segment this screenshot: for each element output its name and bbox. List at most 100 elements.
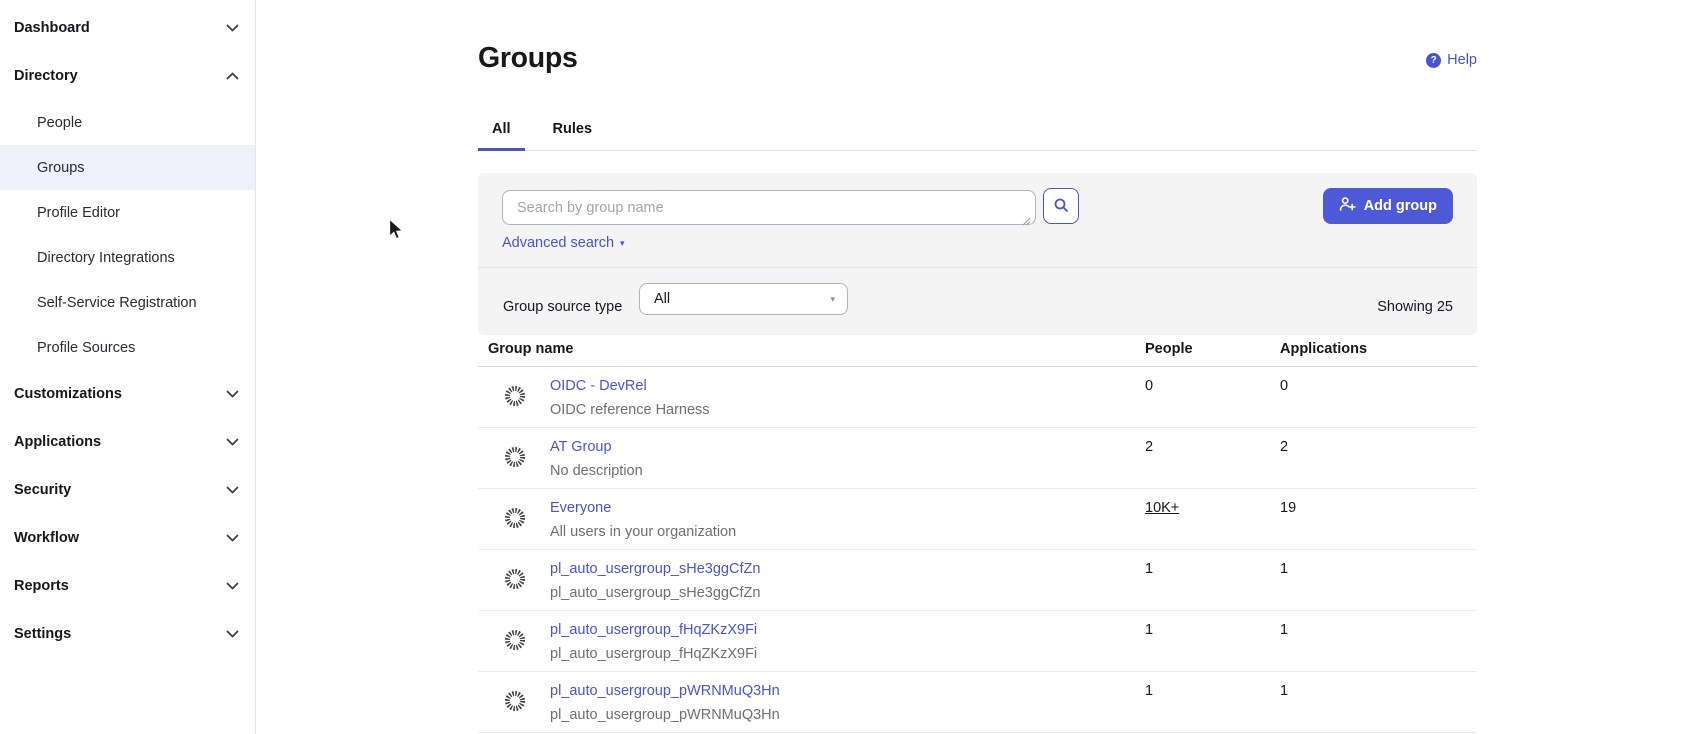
sidebar-item-label: Directory Integrations	[37, 250, 175, 266]
search-icon	[1053, 197, 1069, 216]
group-description: pl_auto_usergroup_sHe3ggCfZn	[550, 585, 760, 601]
applications-count: 1	[1280, 561, 1288, 577]
table-row: pl_auto_usergroup_fHqZKzX9Fi pl_auto_use…	[478, 611, 1477, 672]
chevron-down-icon	[226, 390, 239, 398]
sidebar-item-label: Settings	[14, 626, 71, 642]
main-content: Groups ? Help All Rules Ad	[256, 0, 1687, 734]
applications-count: 1	[1280, 683, 1288, 699]
group-name-link[interactable]: pl_auto_usergroup_fHqZKzX9Fi	[550, 622, 757, 638]
sidebar-item-groups[interactable]: Groups	[0, 145, 255, 190]
chevron-down-icon	[226, 534, 239, 542]
sidebar-item-label: People	[37, 115, 82, 131]
chevron-down-icon	[226, 582, 239, 590]
group-name-link[interactable]: AT Group	[550, 439, 612, 455]
sidebar-item-directory-integrations[interactable]: Directory Integrations	[0, 235, 255, 280]
sidebar-item-directory[interactable]: Directory	[0, 52, 255, 100]
groups-table: OIDC - DevRel OIDC reference Harness 0 0…	[478, 367, 1477, 733]
tab-all[interactable]: All	[478, 112, 525, 151]
sidebar-item-self-service-registration[interactable]: Self-Service Registration	[0, 280, 255, 325]
select-value: All	[654, 291, 670, 307]
group-name-link[interactable]: pl_auto_usergroup_pWRNMuQ3Hn	[550, 683, 780, 699]
sidebar-item-label: Applications	[14, 434, 101, 450]
sidebar-item-security[interactable]: Security	[0, 466, 255, 514]
group-icon	[504, 446, 526, 473]
applications-count: 0	[1280, 378, 1288, 394]
sidebar-item-label: Workflow	[14, 530, 79, 546]
sidebar-item-profile-sources[interactable]: Profile Sources	[0, 325, 255, 370]
sidebar-item-label: Customizations	[14, 386, 122, 402]
table-row: Everyone All users in your organization …	[478, 489, 1477, 550]
showing-count: Showing 25	[1377, 291, 1453, 323]
sidebar-item-label: Reports	[14, 578, 69, 594]
add-group-icon	[1339, 196, 1356, 216]
advanced-search-label: Advanced search	[502, 235, 614, 251]
people-count-link[interactable]: 10K+	[1145, 500, 1179, 516]
group-description: All users in your organization	[550, 524, 736, 540]
people-count: 0	[1145, 378, 1153, 394]
table-row: pl_auto_usergroup_sHe3ggCfZn pl_auto_use…	[478, 550, 1477, 611]
add-group-button[interactable]: Add group	[1323, 188, 1453, 224]
people-count: 1	[1145, 683, 1153, 699]
sidebar: Dashboard Directory People Groups Profil…	[0, 0, 256, 734]
sidebar-item-label: Profile Sources	[37, 340, 135, 356]
applications-count: 1	[1280, 622, 1288, 638]
sidebar-item-label: Dashboard	[14, 20, 90, 36]
tab-rules[interactable]: Rules	[539, 112, 607, 151]
column-header-applications: Applications	[1280, 341, 1367, 357]
group-description: OIDC reference Harness	[550, 402, 710, 418]
sidebar-item-label: Profile Editor	[37, 205, 120, 221]
sidebar-item-customizations[interactable]: Customizations	[0, 370, 255, 418]
search-input[interactable]	[502, 190, 1036, 225]
table-row: OIDC - DevRel OIDC reference Harness 0 0	[478, 367, 1477, 428]
sidebar-item-workflow[interactable]: Workflow	[0, 514, 255, 562]
help-icon: ?	[1426, 53, 1441, 68]
table-header: Group name People Applications	[478, 335, 1477, 367]
sidebar-item-applications[interactable]: Applications	[0, 418, 255, 466]
page-title: Groups	[478, 42, 578, 75]
sidebar-item-settings[interactable]: Settings	[0, 610, 255, 658]
sidebar-item-label: Directory	[14, 68, 78, 84]
group-name-link[interactable]: Everyone	[550, 500, 611, 516]
add-group-label: Add group	[1364, 198, 1437, 214]
advanced-search-link[interactable]: Advanced search ▾	[502, 235, 625, 251]
table-row: AT Group No description 2 2	[478, 428, 1477, 489]
chevron-down-icon	[226, 24, 239, 32]
tab-bar: All Rules	[478, 112, 1477, 151]
group-description: pl_auto_usergroup_pWRNMuQ3Hn	[550, 707, 780, 723]
group-icon	[504, 385, 526, 412]
group-icon	[504, 629, 526, 656]
search-filter-panel: Add group Advanced search ▾ Group source…	[478, 173, 1477, 335]
group-name-link[interactable]: OIDC - DevRel	[550, 378, 647, 394]
group-source-type-label: Group source type	[503, 291, 622, 323]
sidebar-item-label: Security	[14, 482, 71, 498]
sidebar-item-people[interactable]: People	[0, 100, 255, 145]
people-count: 2	[1145, 439, 1153, 455]
applications-count: 19	[1280, 500, 1296, 516]
help-label: Help	[1447, 52, 1477, 68]
applications-count: 2	[1280, 439, 1288, 455]
group-source-type-select[interactable]: All ▾	[639, 283, 848, 315]
group-name-link[interactable]: pl_auto_usergroup_sHe3ggCfZn	[550, 561, 760, 577]
group-icon	[504, 690, 526, 717]
group-description: pl_auto_usergroup_fHqZKzX9Fi	[550, 646, 757, 662]
sidebar-item-label: Self-Service Registration	[37, 295, 197, 311]
sidebar-item-reports[interactable]: Reports	[0, 562, 255, 610]
people-count: 1	[1145, 561, 1153, 577]
chevron-down-icon	[226, 486, 239, 494]
chevron-down-icon	[226, 438, 239, 446]
column-header-group-name: Group name	[488, 341, 573, 357]
chevron-down-icon	[226, 630, 239, 638]
sidebar-item-dashboard[interactable]: Dashboard	[0, 4, 255, 52]
group-icon	[504, 507, 526, 534]
help-link[interactable]: ? Help	[1426, 52, 1477, 68]
group-icon	[504, 568, 526, 595]
sidebar-item-profile-editor[interactable]: Profile Editor	[0, 190, 255, 235]
table-row: pl_auto_usergroup_pWRNMuQ3Hn pl_auto_use…	[478, 672, 1477, 733]
group-description: No description	[550, 463, 643, 479]
people-count: 1	[1145, 622, 1153, 638]
column-header-people: People	[1145, 341, 1193, 357]
sidebar-item-label: Groups	[37, 160, 85, 176]
search-button[interactable]	[1043, 188, 1079, 224]
caret-down-icon: ▾	[620, 238, 625, 249]
chevron-up-icon	[226, 72, 239, 80]
